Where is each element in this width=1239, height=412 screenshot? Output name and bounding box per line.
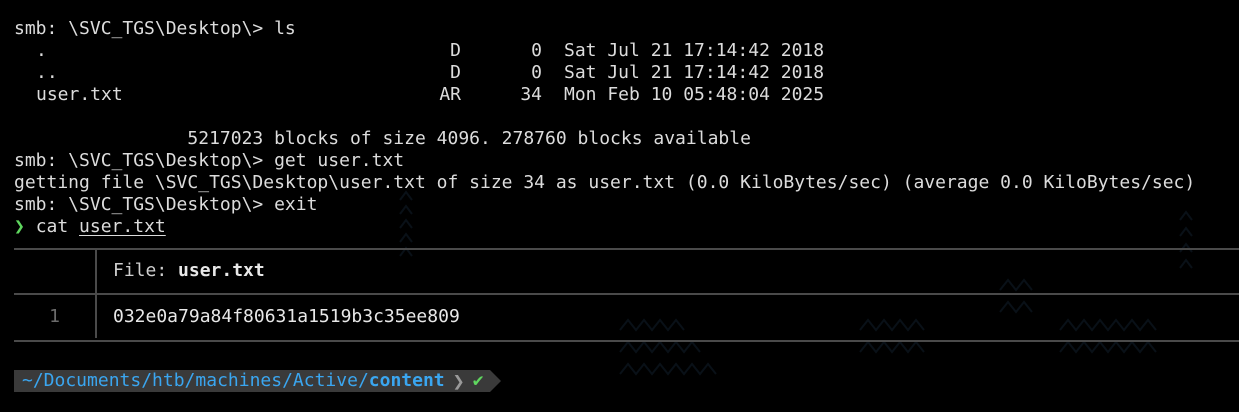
listing-size: 0	[531, 62, 542, 83]
terminal-output: smb: \SVC_TGS\Desktop\> ls . D 0 Sat Jul…	[14, 18, 1239, 238]
listing-name: user.txt	[36, 84, 123, 105]
listing-size: 0	[531, 40, 542, 61]
file-label: File:	[113, 260, 168, 281]
listing-name: ..	[36, 62, 58, 83]
chevron-right-icon: ❯	[448, 370, 471, 392]
listing-attr: D	[450, 40, 461, 61]
listing-row: user.txt AR 34 Mon Feb 10 05:48:04 2025	[14, 84, 1239, 106]
prompt-path: ~/Documents/htb/machines/Active/content	[14, 370, 449, 392]
listing-size: 34	[520, 84, 542, 105]
shell-command: cat	[35, 216, 69, 237]
listing-row: . D 0 Sat Jul 21 17:14:42 2018	[14, 40, 1239, 62]
smb-prompt-exit: smb: \SVC_TGS\Desktop\> exit	[14, 194, 318, 215]
file-name: user.txt	[178, 260, 265, 281]
bat-file-viewer: File: user.txt 1 032e0a79a84f80631a1519b…	[14, 248, 1239, 342]
shell-argument[interactable]: user.txt	[79, 216, 166, 237]
line-number: 1	[49, 306, 60, 327]
getting-file-line: getting file \SVC_TGS\Desktop\user.txt o…	[14, 172, 1196, 193]
listing-attr: D	[450, 62, 461, 83]
listing-attr: AR	[439, 84, 461, 105]
blocks-summary: 5217023 blocks of size 4096. 278760 bloc…	[14, 128, 751, 149]
prompt-arrow-icon: ❯	[14, 216, 25, 237]
listing-date: Sat Jul 21 17:14:42 2018	[564, 62, 825, 83]
listing-name: .	[36, 40, 47, 61]
powerline-tip	[489, 370, 501, 392]
smb-prompt-ls: smb: \SVC_TGS\Desktop\> ls	[14, 18, 296, 39]
checkmark-icon: ✔	[470, 370, 490, 392]
shell-command-line: ❯ cat user.txt	[14, 216, 1239, 238]
current-directory: content	[368, 370, 445, 391]
header-divider	[14, 293, 1239, 295]
file-content: 032e0a79a84f80631a1519b3c35ee809	[113, 306, 460, 327]
listing-date: Sat Jul 21 17:14:42 2018	[564, 40, 825, 61]
path-prefix: ~/Documents/htb/machines/Active/	[22, 370, 369, 391]
listing-date: Mon Feb 10 05:48:04 2025	[564, 84, 825, 105]
smb-prompt-get: smb: \SVC_TGS\Desktop\> get user.txt	[14, 150, 405, 171]
listing-row: .. D 0 Sat Jul 21 17:14:42 2018	[14, 62, 1239, 84]
powerline-prompt: ~/Documents/htb/machines/Active/content …	[14, 370, 501, 392]
file-header: File: user.txt	[113, 260, 265, 282]
